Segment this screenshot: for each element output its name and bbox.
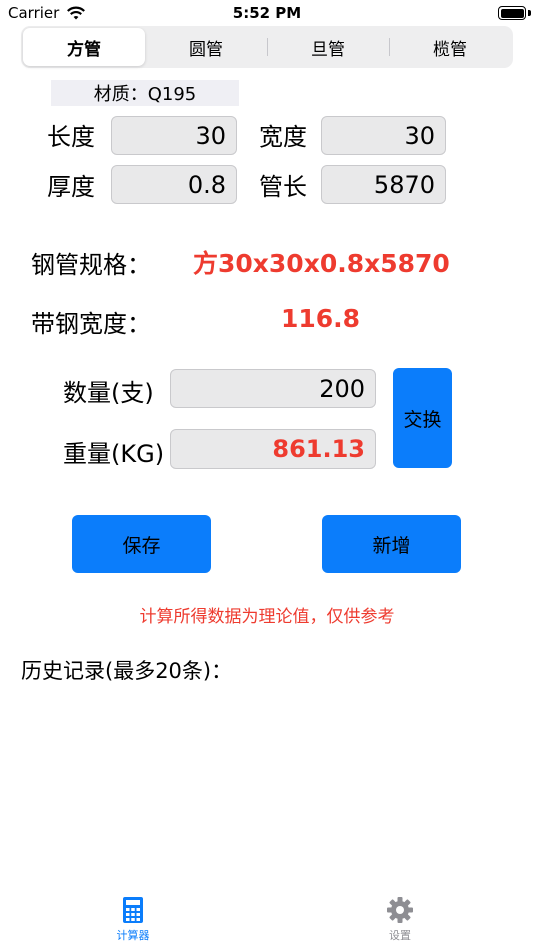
swap-button[interactable]: 交换 — [393, 368, 452, 468]
strip-width-value: 116.8 — [281, 304, 361, 333]
width-input[interactable]: 30 — [321, 116, 446, 155]
add-button[interactable]: 新增 — [322, 515, 461, 573]
quantity-label: 数量(支) — [63, 379, 154, 407]
pipe-length-label: 管长 — [259, 173, 307, 201]
tab-calculator[interactable]: 计算器 — [73, 886, 193, 943]
save-button[interactable]: 保存 — [72, 515, 211, 573]
battery-tip — [528, 10, 531, 16]
tab-settings-label: 设置 — [389, 929, 411, 942]
spec-label: 钢管规格： — [31, 251, 151, 279]
weight-label: 重量(KG) — [63, 440, 165, 468]
tab-settings[interactable]: 设置 — [340, 886, 460, 943]
tab-oval-pipe[interactable]: 旦管 — [267, 28, 389, 66]
battery-icon — [498, 6, 526, 20]
disclaimer-text: 计算所得数据为理论值，仅供参考 — [139, 607, 395, 627]
width-label: 宽度 — [259, 123, 307, 151]
quantity-input[interactable]: 200 — [170, 369, 376, 408]
length-label: 长度 — [47, 123, 95, 151]
spec-value: 方30x30x0.8x5870 — [193, 249, 450, 278]
tab-round-pipe[interactable]: 圆管 — [145, 28, 267, 66]
gear-icon — [387, 897, 413, 923]
tab-square-pipe[interactable]: 方管 — [23, 28, 145, 66]
length-input[interactable]: 30 — [111, 116, 237, 155]
strip-width-label: 带钢宽度： — [31, 310, 151, 338]
tab-bar: 计算器 设置 — [0, 886, 534, 950]
material-label[interactable]: 材质：Q195 — [51, 80, 239, 106]
calculator-icon — [123, 897, 143, 923]
status-bar: Carrier 5:52 PM — [0, 0, 534, 28]
thickness-input[interactable]: 0.8 — [111, 165, 237, 204]
clock: 5:52 PM — [232, 4, 302, 22]
pipe-length-input[interactable]: 5870 — [321, 165, 446, 204]
tab-olive-pipe[interactable]: 榄管 — [389, 28, 511, 66]
thickness-label: 厚度 — [47, 173, 95, 201]
history-title: 历史记录(最多20条)： — [21, 659, 233, 683]
tab-calculator-label: 计算器 — [116, 929, 150, 942]
weight-input[interactable]: 861.13 — [170, 429, 376, 469]
pipe-type-selector[interactable]: 方管 圆管 旦管 榄管 — [21, 26, 513, 68]
